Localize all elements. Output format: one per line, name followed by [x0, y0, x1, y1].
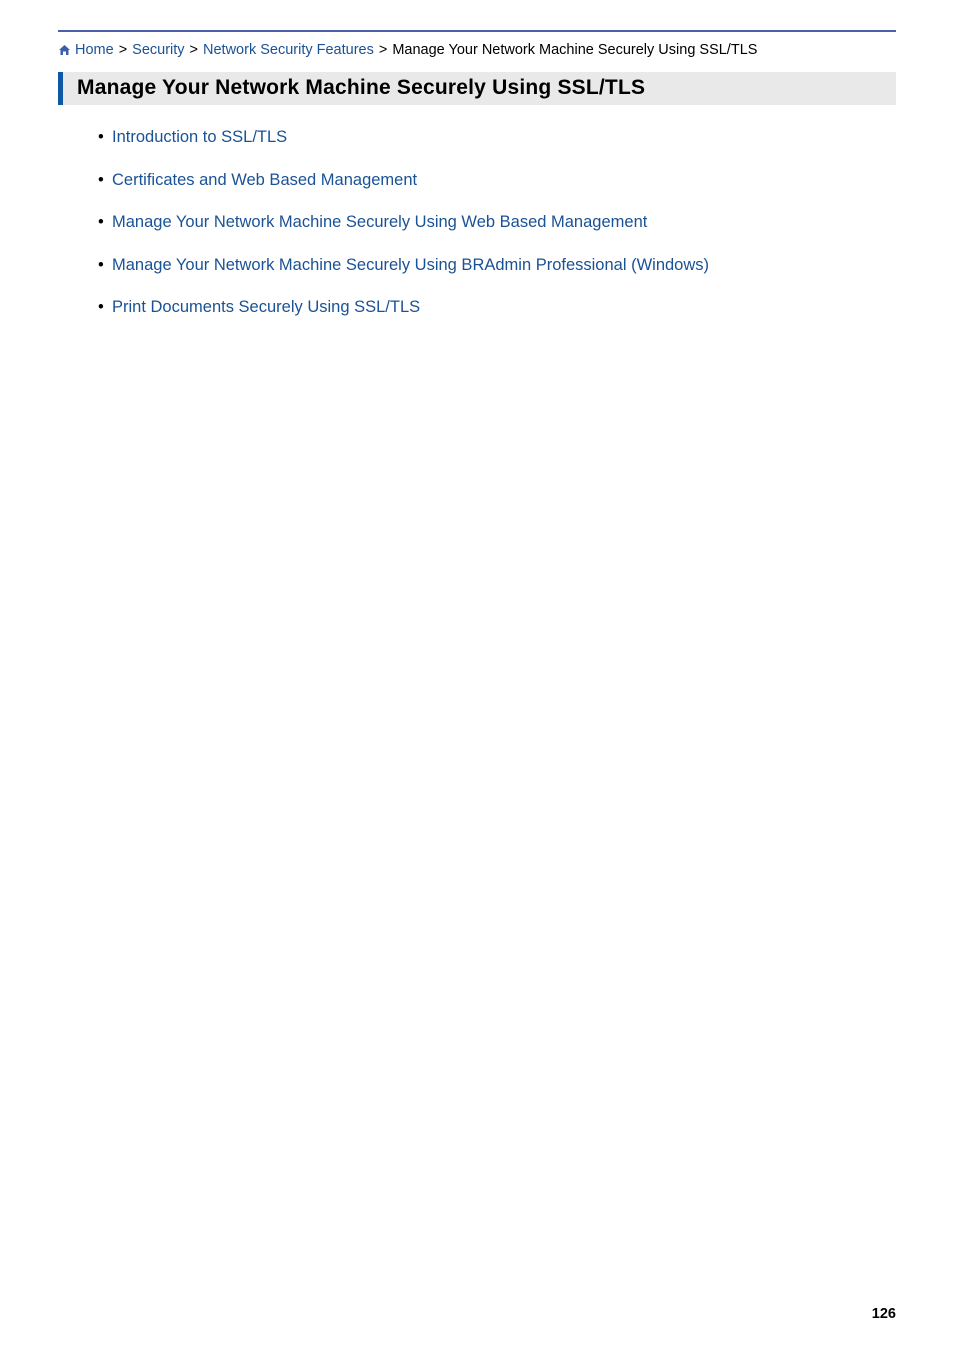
- home-icon: [58, 42, 71, 62]
- breadcrumb: Home>Security>Network Security Features>…: [58, 40, 896, 62]
- top-rule: [58, 30, 896, 32]
- bullet-icon: •: [98, 255, 104, 276]
- link-certificates-web-management[interactable]: Certificates and Web Based Management: [112, 171, 417, 189]
- link-manage-bradmin-professional[interactable]: Manage Your Network Machine Securely Usi…: [112, 256, 709, 274]
- list-item: • Introduction to SSL/TLS: [112, 127, 896, 148]
- link-print-documents-ssl-tls[interactable]: Print Documents Securely Using SSL/TLS: [112, 298, 420, 316]
- page-title: Manage Your Network Machine Securely Usi…: [77, 76, 886, 100]
- heading-bar: Manage Your Network Machine Securely Usi…: [58, 72, 896, 105]
- list-item: • Manage Your Network Machine Securely U…: [112, 255, 896, 276]
- breadcrumb-home-link[interactable]: Home: [75, 42, 114, 58]
- bullet-icon: •: [98, 297, 104, 318]
- breadcrumb-link-network-security-features[interactable]: Network Security Features: [203, 42, 374, 58]
- breadcrumb-separator: >: [114, 42, 132, 58]
- bullet-icon: •: [98, 170, 104, 191]
- breadcrumb-link-security[interactable]: Security: [132, 42, 184, 58]
- breadcrumb-separator: >: [374, 42, 392, 58]
- breadcrumb-separator: >: [185, 42, 203, 58]
- breadcrumb-current: Manage Your Network Machine Securely Usi…: [392, 42, 757, 58]
- link-manage-web-based-management[interactable]: Manage Your Network Machine Securely Usi…: [112, 213, 647, 231]
- page-container: Home>Security>Network Security Features>…: [0, 0, 954, 318]
- list-item: • Certificates and Web Based Management: [112, 170, 896, 191]
- list-item: • Print Documents Securely Using SSL/TLS: [112, 297, 896, 318]
- link-introduction-ssl-tls[interactable]: Introduction to SSL/TLS: [112, 128, 287, 146]
- link-list: • Introduction to SSL/TLS • Certificates…: [58, 127, 896, 318]
- bullet-icon: •: [98, 127, 104, 148]
- bullet-icon: •: [98, 212, 104, 233]
- list-item: • Manage Your Network Machine Securely U…: [112, 212, 896, 233]
- page-number: 126: [872, 1306, 896, 1322]
